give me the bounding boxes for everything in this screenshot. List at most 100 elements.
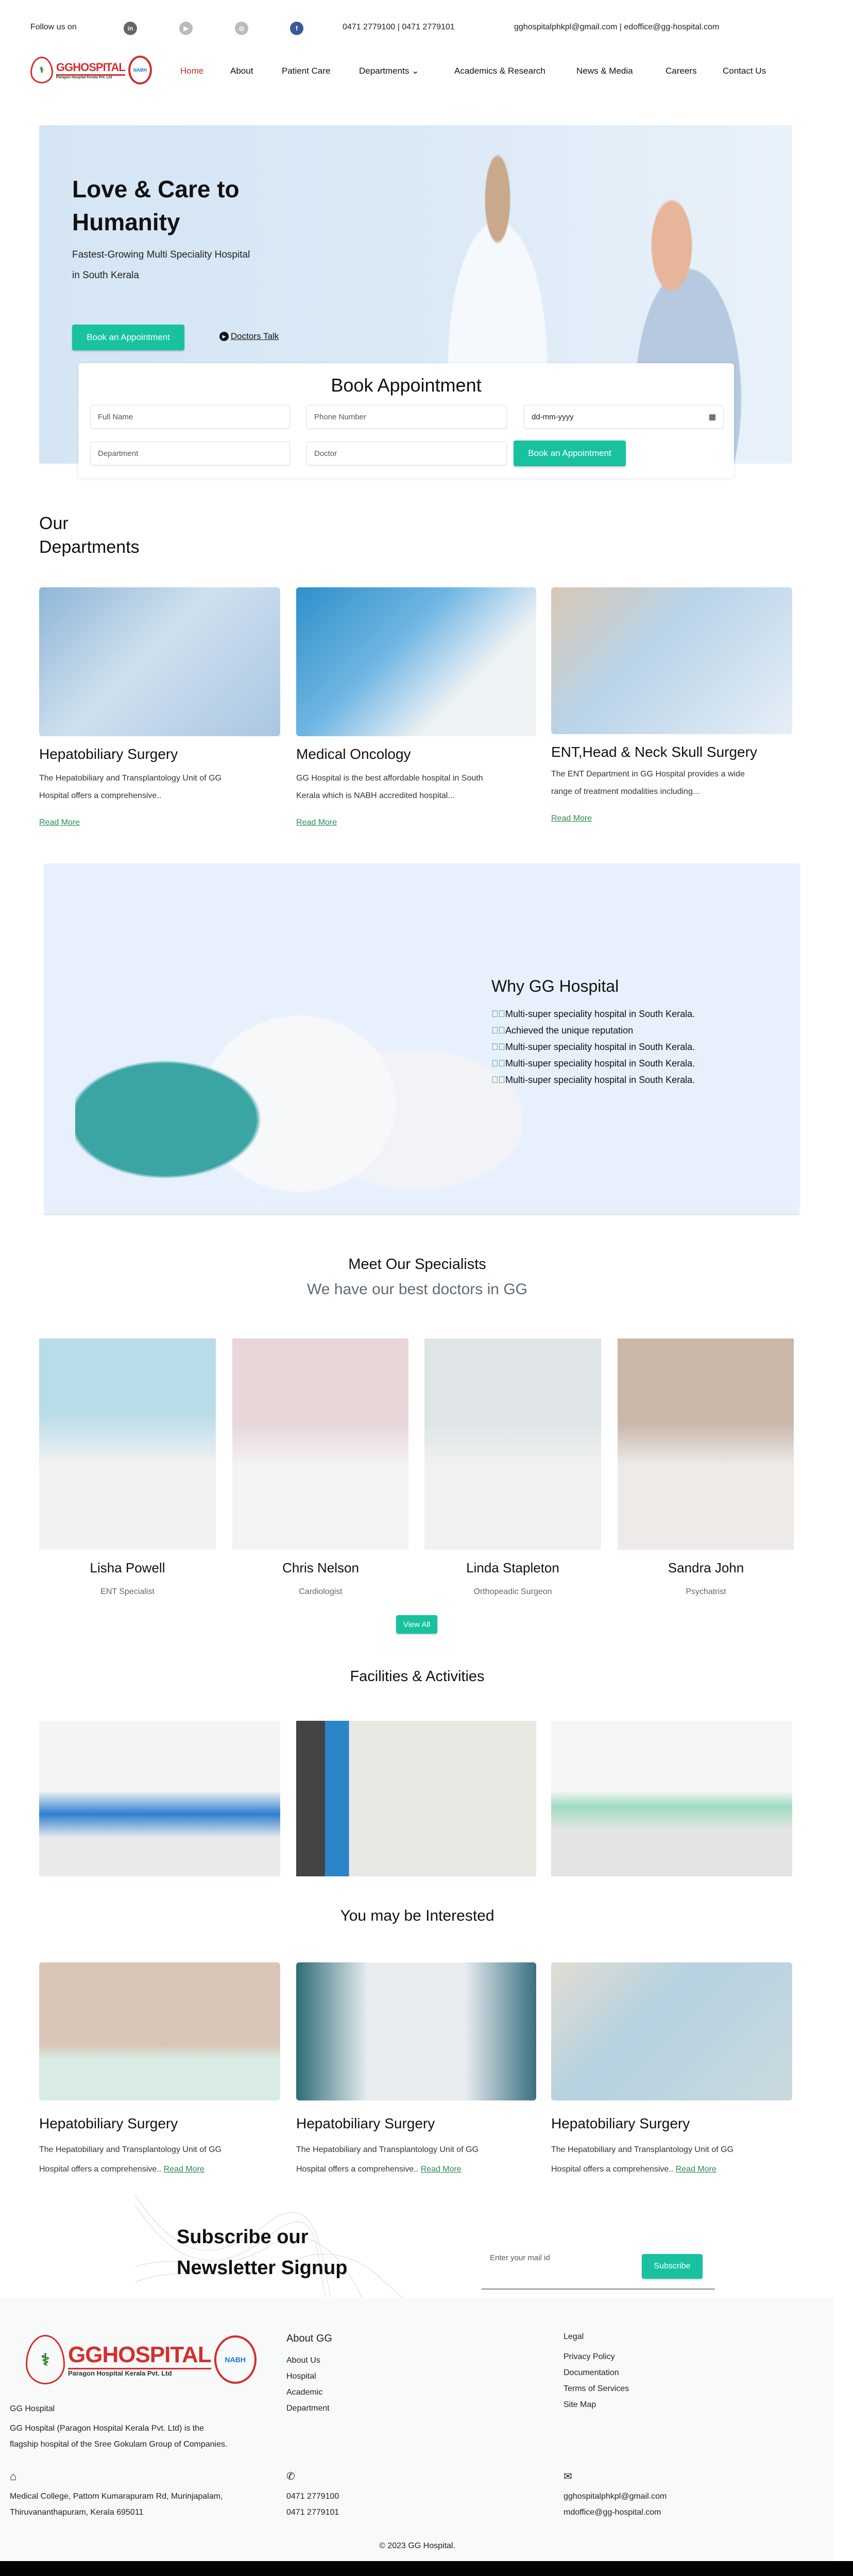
doctor-name: Lisha Powell <box>90 1560 165 1575</box>
doctor-name: Linda Stapleton <box>466 1560 559 1575</box>
footer-address-line1: Medical College, Pattom Kumarapuram Rd, … <box>10 2492 223 2501</box>
nav-home[interactable]: Home <box>180 66 203 76</box>
read-more-link[interactable]: Read More <box>296 818 337 827</box>
instagram-icon[interactable]: ◎ <box>235 22 248 35</box>
footer-link-academic[interactable]: Academic <box>286 2384 330 2400</box>
date-input[interactable]: dd-mm-yyyy ▦ <box>524 405 724 429</box>
date-placeholder: dd-mm-yyyy <box>532 412 574 421</box>
footer-logo-company: Paragon Hospital Kerala Pvt. Ltd <box>68 2369 172 2377</box>
footer-link-documentation[interactable]: Documentation <box>564 2365 629 2381</box>
nav-academics[interactable]: Academics & Research <box>454 66 545 76</box>
read-more-link[interactable]: Read More <box>551 814 592 823</box>
why-point: ✓⃝Achieved the unique reputation <box>491 1025 634 1036</box>
doctors-talk-label: Doctors Talk <box>231 331 279 341</box>
caduceus-icon: ⚕ <box>26 2335 65 2384</box>
nav-contact[interactable]: Contact Us <box>723 66 766 76</box>
nav-departments-label: Departments <box>359 66 410 76</box>
interested-card-desc-line1: The Hepatobiliary and Transplantology Un… <box>551 2145 733 2154</box>
play-icon: ▶ <box>219 332 229 341</box>
specialists-title: Meet Our Specialists <box>348 1256 486 1273</box>
why-title: Why GG Hospital <box>491 977 619 995</box>
read-more-link[interactable]: Read More <box>39 818 80 827</box>
read-more-link[interactable]: Read More <box>676 2165 716 2174</box>
footer-link-hospital[interactable]: Hospital <box>286 2368 330 2384</box>
doctor-role: Orthopeadic Surgeon <box>473 1587 552 1596</box>
nav-news[interactable]: News & Media <box>576 66 633 76</box>
facebook-icon[interactable]: f <box>290 22 303 35</box>
doctor-card: Chris Nelson Cardiologist <box>232 1560 409 1597</box>
interested-card-title: Hepatobiliary Surgery <box>551 2115 690 2131</box>
nav-about[interactable]: About <box>230 66 253 76</box>
doctor-role: Psychatrist <box>686 1587 726 1596</box>
footer-phone1: 0471 2779100 <box>286 2492 339 2501</box>
department-card-title: Medical Oncology <box>296 746 411 762</box>
department-image-oncology <box>296 587 536 736</box>
department-card: ENT,Head & Neck Skull Surgery The ENT De… <box>551 744 793 823</box>
read-more-link[interactable]: Read More <box>164 2165 204 2174</box>
youtube-icon[interactable]: ▶ <box>179 22 193 35</box>
footer-link-department[interactable]: Department <box>286 2400 330 2416</box>
home-icon: ⌂ <box>10 2470 17 2483</box>
department-card-desc-line2: Hospital offers a comprehensive.. <box>39 791 162 800</box>
facility-image <box>39 1721 280 1876</box>
footer-email2[interactable]: mdoffice@gg-hospital.com <box>564 2504 667 2520</box>
why-point: ✓⃝Multi-super speciality hospital in Sou… <box>491 1075 695 1085</box>
linkedin-icon[interactable]: in <box>124 22 137 35</box>
footer-email1[interactable]: gghospitalphkpl@gmail.com <box>564 2488 667 2504</box>
doctor-photo <box>39 1338 216 1550</box>
logo[interactable]: ⚕ GGHOSPITAL Paragon Hospital Kerala Pvt.… <box>30 56 152 84</box>
nav-patient-care[interactable]: Patient Care <box>282 66 331 76</box>
footer-link-terms[interactable]: Terms of Services <box>564 2381 629 2397</box>
departments-title-line1: Our <box>39 514 69 533</box>
department-card-desc-line2: range of treatment modalities including.… <box>551 787 700 796</box>
view-all-button[interactable]: View All <box>396 1615 437 1634</box>
department-input[interactable]: Department <box>90 442 290 465</box>
footer-link-sitemap[interactable]: Site Map <box>564 2397 629 2413</box>
footer-link-about-us[interactable]: About Us <box>286 2352 330 2368</box>
footer-logo-name: GGHOSPITAL <box>68 2342 212 2369</box>
interested-card-desc-line2: Hospital offers a comprehensive.. <box>296 2165 419 2174</box>
phone-input[interactable]: Phone Number <box>306 405 507 429</box>
interested-card-title: Hepatobiliary Surgery <box>296 2115 435 2131</box>
nav-departments[interactable]: Departments ⌄ <box>359 66 419 76</box>
calendar-icon[interactable]: ▦ <box>709 412 716 421</box>
hero-book-button[interactable]: Book an Appointment <box>72 325 184 350</box>
phone-placeholder: Phone Number <box>314 412 366 421</box>
read-more-link[interactable]: Read More <box>421 2165 462 2174</box>
facility-image <box>296 1721 536 1876</box>
department-placeholder: Department <box>98 449 139 458</box>
doctor-role: Cardiologist <box>299 1587 343 1596</box>
facilities-title: Facilities & Activities <box>350 1668 485 1685</box>
full-name-input[interactable]: Full Name <box>90 405 290 429</box>
footer-link-privacy[interactable]: Privacy Policy <box>564 2349 629 2365</box>
newsletter-title-line2: Newsletter Signup <box>177 2257 348 2279</box>
doctor-photo <box>232 1338 408 1550</box>
why-point: ✓⃝Multi-super speciality hospital in Sou… <box>491 1058 695 1069</box>
hero-subtitle-line2: in South Kerala <box>72 270 139 281</box>
why-point: ✓⃝Multi-super speciality hospital in Sou… <box>491 1042 695 1052</box>
doctor-role: ENT Specialist <box>100 1587 155 1596</box>
full-name-placeholder: Full Name <box>98 412 133 421</box>
check-circle-icon: ✓⃝ <box>491 1042 505 1052</box>
subscribe-button[interactable]: Subscribe <box>642 2254 703 2279</box>
doctor-name: Chris Nelson <box>282 1560 359 1575</box>
doctor-photo <box>618 1338 794 1550</box>
footer-about-line2: flagship hospital of the Sree Gokulam Gr… <box>10 2440 228 2449</box>
interested-card-desc-line2: Hospital offers a comprehensive.. <box>39 2165 162 2174</box>
nabh-badge: NABH <box>128 56 152 84</box>
departments-title-line2: Departments <box>39 537 140 557</box>
doctor-card: Linda Stapleton Orthopeadic Surgeon <box>424 1560 601 1597</box>
footer-nabh-badge: NABH <box>214 2335 257 2384</box>
nav-careers[interactable]: Careers <box>666 66 696 76</box>
interested-card: Hepatobiliary Surgery The Hepatobiliary a… <box>551 2115 793 2179</box>
doctor-input[interactable]: Doctor <box>306 442 507 465</box>
interested-card: Hepatobiliary Surgery The Hepatobiliary a… <box>39 2115 281 2179</box>
newsletter-placeholder: Enter your mail id <box>490 2253 550 2262</box>
department-card-title: Hepatobiliary Surgery <box>39 746 178 762</box>
booking-submit-button[interactable]: Book an Appointment <box>514 440 626 466</box>
doctors-talk-link[interactable]: ▶ Doctors Talk <box>219 331 279 342</box>
check-circle-icon: ✓⃝ <box>491 1025 505 1036</box>
interested-card-desc-line1: The Hepatobiliary and Transplantology Un… <box>39 2145 221 2154</box>
doctor-card: Lisha Powell ENT Specialist <box>39 1560 216 1597</box>
interested-card: Hepatobiliary Surgery The Hepatobiliary a… <box>296 2115 538 2179</box>
